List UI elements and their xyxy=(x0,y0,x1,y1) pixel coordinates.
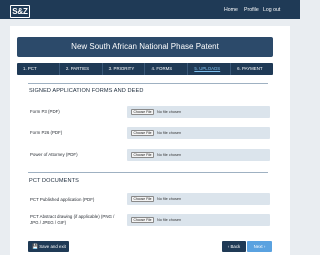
logo[interactable]: S&Z xyxy=(10,5,30,18)
choose-file-button[interactable]: Choose File xyxy=(131,152,154,158)
file-status: No file chosen xyxy=(157,197,182,201)
next-button-label: Next xyxy=(253,244,263,249)
choose-file-button[interactable]: Choose File xyxy=(131,196,154,202)
nav-home-link[interactable]: Home xyxy=(224,6,238,15)
save-button-label: Save and exit xyxy=(39,244,66,249)
file-status: No file chosen xyxy=(157,153,182,157)
file-input-power-of-attorney[interactable]: Choose File No file chosen xyxy=(127,149,270,161)
section-title-pct-documents: PCT DOCUMENTS xyxy=(29,178,79,184)
tab-pct[interactable]: 1. PCT xyxy=(17,63,60,75)
tab-parties[interactable]: 2. PARTIES xyxy=(60,63,103,75)
nav-profile-link[interactable]: Profile xyxy=(244,6,259,15)
field-label-form-p3: Form P3 (PDF) xyxy=(30,109,60,114)
tab-payment[interactable]: 6. PAYMENT xyxy=(231,63,273,75)
save-icon: 💾 xyxy=(32,244,39,250)
section-title-signed-forms: SIGNED APPLICATION FORMS AND DEED xyxy=(29,88,144,94)
field-label-pct-published-application: PCT Published application (PDF) xyxy=(30,197,95,202)
nav-logout-link[interactable]: Log out xyxy=(263,6,280,15)
field-label-power-of-attorney: Power of Attorney (PDF) xyxy=(30,152,78,157)
tab-forms[interactable]: 4. FORMS xyxy=(145,63,189,75)
divider xyxy=(28,83,268,84)
next-button[interactable]: Next › xyxy=(247,241,272,252)
field-label-form-p26: Form P26 (PDF) xyxy=(30,130,63,135)
divider xyxy=(28,172,268,173)
page-title: New South African National Phase Patent xyxy=(17,37,273,57)
choose-file-button[interactable]: Choose File xyxy=(131,130,154,136)
back-button-label: Back xyxy=(230,244,241,249)
top-navigation-bar: S&Z Home Profile Log out xyxy=(0,0,300,19)
step-tabs: 1. PCT 2. PARTIES 3. PRIORITY 4. FORMS 5… xyxy=(17,63,273,75)
tab-priority[interactable]: 3. PRIORITY xyxy=(103,63,146,75)
file-status: No file chosen xyxy=(157,218,182,222)
back-button[interactable]: ‹ Back xyxy=(222,241,246,252)
choose-file-button[interactable]: Choose File xyxy=(131,217,154,223)
chevron-right-icon: › xyxy=(263,244,266,249)
save-and-exit-button[interactable]: 💾Save and exit xyxy=(28,241,69,252)
tab-uploads[interactable]: 5. UPLOADS xyxy=(188,63,232,75)
choose-file-button[interactable]: Choose File xyxy=(131,109,154,115)
file-input-pct-abstract-drawing[interactable]: Choose File No file chosen xyxy=(127,214,270,226)
file-input-pct-published-application[interactable]: Choose File No file chosen xyxy=(127,193,270,205)
file-input-form-p26[interactable]: Choose File No file chosen xyxy=(127,127,270,139)
file-status: No file chosen xyxy=(157,131,182,135)
file-input-form-p3[interactable]: Choose File No file chosen xyxy=(127,106,270,118)
field-label-pct-abstract-drawing: PCT Abstract drawing (if applicable) (PN… xyxy=(30,214,115,225)
file-status: No file chosen xyxy=(157,110,182,114)
chevron-left-icon: ‹ xyxy=(227,244,230,249)
